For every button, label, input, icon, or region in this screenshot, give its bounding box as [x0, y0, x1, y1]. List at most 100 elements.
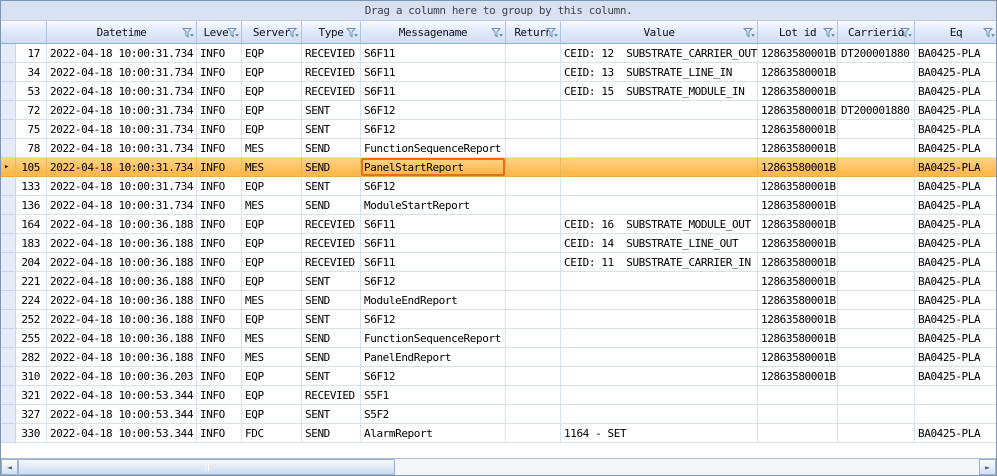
- cell-type[interactable]: RECEVIED: [302, 44, 361, 63]
- cell-level[interactable]: INFO: [197, 348, 242, 367]
- cell-datetime[interactable]: 2022-04-18 10:00:31.734: [47, 177, 197, 196]
- table-row[interactable]: 2042022-04-18 10:00:36.188INFOEQPRECEVIE…: [1, 253, 996, 272]
- cell-carrierid[interactable]: DT200001880: [838, 101, 915, 120]
- cell-return[interactable]: [506, 291, 561, 310]
- cell-return[interactable]: [506, 272, 561, 291]
- cell-value[interactable]: 1164 - SET: [561, 424, 758, 443]
- table-row[interactable]: 532022-04-18 10:00:31.734INFOEQPRECEVIED…: [1, 82, 996, 101]
- cell-id[interactable]: 78: [16, 139, 47, 158]
- cell-messagename[interactable]: S6F12: [361, 272, 506, 291]
- cell-level[interactable]: INFO: [197, 63, 242, 82]
- cell-carrierid[interactable]: [838, 196, 915, 215]
- cell-eqpid[interactable]: BA0425-PLA: [915, 63, 997, 82]
- cell-carrierid[interactable]: [838, 215, 915, 234]
- cell-level[interactable]: INFO: [197, 44, 242, 63]
- cell-return[interactable]: [506, 158, 561, 177]
- scrollbar-thumb[interactable]: [18, 459, 395, 475]
- cell-server[interactable]: MES: [242, 158, 302, 177]
- table-row[interactable]: 2212022-04-18 10:00:36.188INFOEQPSENTS6F…: [1, 272, 996, 291]
- table-row[interactable]: 1332022-04-18 10:00:31.734INFOEQPSENTS6F…: [1, 177, 996, 196]
- cell-type[interactable]: SEND: [302, 291, 361, 310]
- cell-value[interactable]: [561, 139, 758, 158]
- column-header-lotid[interactable]: Lot id: [758, 21, 838, 44]
- cell-value[interactable]: [561, 177, 758, 196]
- cell-lotid[interactable]: [758, 424, 838, 443]
- cell-lotid[interactable]: 12863580001B: [758, 44, 838, 63]
- cell-value[interactable]: CEID: 16 SUBSTRATE_MODULE_OUT: [561, 215, 758, 234]
- cell-datetime[interactable]: 2022-04-18 10:00:36.188: [47, 291, 197, 310]
- cell-server[interactable]: EQP: [242, 101, 302, 120]
- cell-value[interactable]: [561, 120, 758, 139]
- cell-lotid[interactable]: 12863580001B: [758, 120, 838, 139]
- cell-type[interactable]: SENT: [302, 272, 361, 291]
- cell-type[interactable]: SENT: [302, 177, 361, 196]
- cell-carrierid[interactable]: DT200001880: [838, 44, 915, 63]
- cell-lotid[interactable]: 12863580001B: [758, 158, 838, 177]
- cell-id[interactable]: 310: [16, 367, 47, 386]
- cell-level[interactable]: INFO: [197, 424, 242, 443]
- table-row[interactable]: 782022-04-18 10:00:31.734INFOMESSENDFunc…: [1, 139, 996, 158]
- column-header-server[interactable]: Server: [242, 21, 302, 44]
- cell-lotid[interactable]: 12863580001B: [758, 234, 838, 253]
- cell-return[interactable]: [506, 63, 561, 82]
- table-row[interactable]: 2522022-04-18 10:00:36.188INFOEQPSENTS6F…: [1, 310, 996, 329]
- cell-value[interactable]: [561, 329, 758, 348]
- cell-lotid[interactable]: 12863580001B: [758, 139, 838, 158]
- cell-return[interactable]: [506, 234, 561, 253]
- cell-datetime[interactable]: 2022-04-18 10:00:31.734: [47, 63, 197, 82]
- cell-type[interactable]: RECEVIED: [302, 82, 361, 101]
- cell-server[interactable]: MES: [242, 139, 302, 158]
- table-row[interactable]: 3102022-04-18 10:00:36.203INFOEQPSENTS6F…: [1, 367, 996, 386]
- cell-lotid[interactable]: 12863580001B: [758, 348, 838, 367]
- cell-server[interactable]: MES: [242, 291, 302, 310]
- cell-level[interactable]: INFO: [197, 196, 242, 215]
- cell-level[interactable]: INFO: [197, 139, 242, 158]
- cell-id[interactable]: 221: [16, 272, 47, 291]
- cell-value[interactable]: CEID: 15 SUBSTRATE_MODULE_IN: [561, 82, 758, 101]
- cell-value[interactable]: [561, 196, 758, 215]
- cell-eqpid[interactable]: BA0425-PLA: [915, 177, 997, 196]
- filter-icon[interactable]: [900, 27, 912, 38]
- cell-id[interactable]: 255: [16, 329, 47, 348]
- cell-datetime[interactable]: 2022-04-18 10:00:36.188: [47, 215, 197, 234]
- cell-datetime[interactable]: 2022-04-18 10:00:31.734: [47, 44, 197, 63]
- cell-id[interactable]: 183: [16, 234, 47, 253]
- cell-datetime[interactable]: 2022-04-18 10:00:36.188: [47, 234, 197, 253]
- table-row[interactable]: 172022-04-18 10:00:31.734INFOEQPRECEVIED…: [1, 44, 996, 63]
- filter-icon[interactable]: [491, 27, 503, 38]
- cell-eqpid[interactable]: BA0425-PLA: [915, 234, 997, 253]
- horizontal-scrollbar[interactable]: ◄ ►: [1, 458, 996, 475]
- cell-carrierid[interactable]: [838, 120, 915, 139]
- cell-type[interactable]: RECEVIED: [302, 234, 361, 253]
- cell-return[interactable]: [506, 329, 561, 348]
- cell-datetime[interactable]: 2022-04-18 10:00:53.344: [47, 386, 197, 405]
- cell-lotid[interactable]: 12863580001B: [758, 63, 838, 82]
- cell-type[interactable]: SENT: [302, 310, 361, 329]
- cell-messagename[interactable]: S6F12: [361, 120, 506, 139]
- cell-server[interactable]: EQP: [242, 120, 302, 139]
- cell-carrierid[interactable]: [838, 63, 915, 82]
- column-header-id[interactable]: [1, 21, 47, 44]
- cell-server[interactable]: EQP: [242, 177, 302, 196]
- cell-value[interactable]: [561, 291, 758, 310]
- cell-return[interactable]: [506, 139, 561, 158]
- cell-value[interactable]: [561, 272, 758, 291]
- cell-type[interactable]: SEND: [302, 139, 361, 158]
- cell-datetime[interactable]: 2022-04-18 10:00:36.188: [47, 310, 197, 329]
- cell-datetime[interactable]: 2022-04-18 10:00:36.188: [47, 253, 197, 272]
- cell-datetime[interactable]: 2022-04-18 10:00:36.203: [47, 367, 197, 386]
- cell-server[interactable]: EQP: [242, 367, 302, 386]
- cell-lotid[interactable]: 12863580001B: [758, 367, 838, 386]
- cell-value[interactable]: [561, 158, 758, 177]
- cell-datetime[interactable]: 2022-04-18 10:00:31.734: [47, 139, 197, 158]
- filter-icon[interactable]: [743, 27, 755, 38]
- cell-datetime[interactable]: 2022-04-18 10:00:53.344: [47, 405, 197, 424]
- cell-messagename[interactable]: S6F11: [361, 215, 506, 234]
- cell-return[interactable]: [506, 253, 561, 272]
- cell-eqpid[interactable]: BA0425-PLA: [915, 196, 997, 215]
- cell-eqpid[interactable]: BA0425-PLA: [915, 310, 997, 329]
- cell-lotid[interactable]: 12863580001B: [758, 177, 838, 196]
- cell-carrierid[interactable]: [838, 177, 915, 196]
- table-row[interactable]: 2552022-04-18 10:00:36.188INFOMESSENDFun…: [1, 329, 996, 348]
- scroll-right-button[interactable]: ►: [979, 459, 996, 475]
